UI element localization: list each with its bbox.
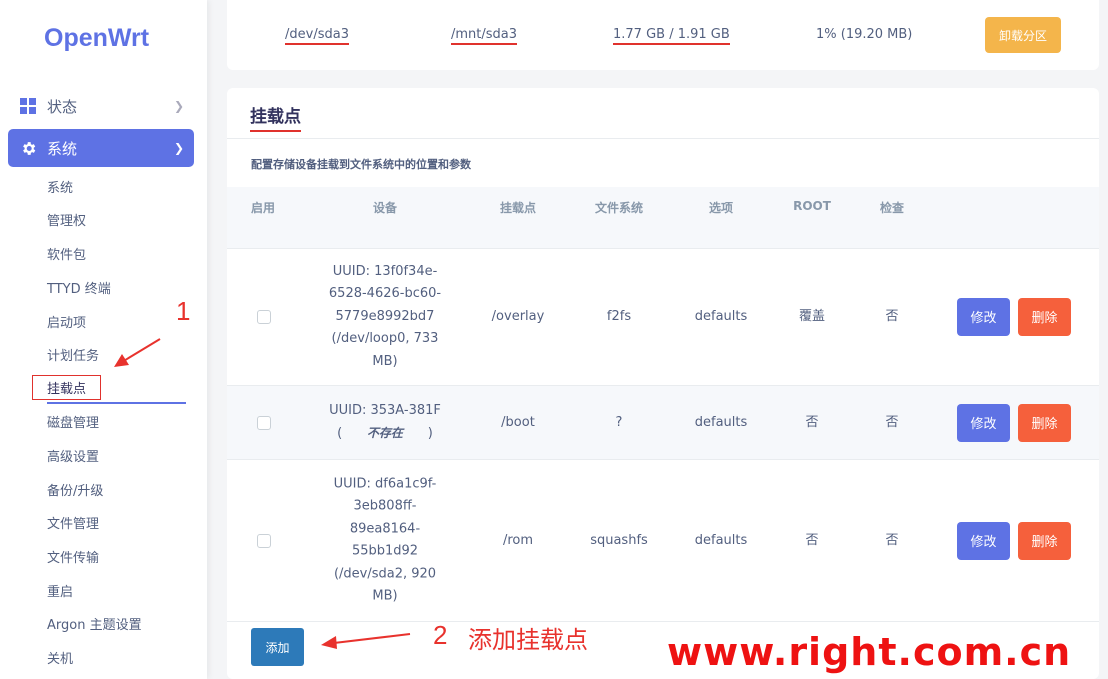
- filesystem-cell: ?: [615, 414, 623, 430]
- filesystem-cell: f2fs: [606, 308, 632, 324]
- table-row: UUID: 13f0f34e- 6528-4626-bc60- 5779e8992b…: [227, 248, 1099, 386]
- gear-icon: [19, 139, 37, 157]
- options-cell: defaults: [694, 308, 748, 324]
- edit-button[interactable]: 修改: [957, 521, 1010, 560]
- device-line: UUID: 13f0f34e-: [332, 263, 438, 279]
- delete-button[interactable]: 删除: [1018, 297, 1071, 336]
- check-cell: 否: [885, 308, 899, 324]
- device-line: (/dev/loop0, 733: [331, 330, 439, 346]
- delete-button[interactable]: 删除: [1018, 403, 1071, 442]
- mountpoint-cell: /overlay: [491, 308, 545, 324]
- delete-button[interactable]: 删除: [1018, 521, 1071, 560]
- device-line: 5779e8992bd7: [335, 308, 435, 324]
- options-cell: defaults: [694, 532, 748, 548]
- sidebar-subitem[interactable]: 挂载点: [32, 375, 102, 400]
- watermark: www.right.com.cn: [667, 630, 1072, 674]
- device-cell: UUID: df6a1c9f- 3eb808ff- 89ea8164- 55bb1d9…: [326, 473, 444, 608]
- header-device: 设备: [372, 201, 398, 215]
- partition-card: /dev/sda3 /mnt/sda3 1.77 GB / 1.91 GB 1%…: [227, 0, 1099, 70]
- sidebar-subitem[interactable]: 启动项: [47, 312, 86, 331]
- enable-checkbox[interactable]: [257, 415, 271, 430]
- device-cell: UUID: 13f0f34e- 6528-4626-bc60- 5779e8992b…: [326, 260, 444, 373]
- annotation-text: 添加挂载点: [468, 626, 588, 654]
- sidebar-subitem[interactable]: 文件传输: [47, 547, 99, 566]
- sidebar-subitem[interactable]: 文件管理: [47, 513, 99, 532]
- sidebar-subitem[interactable]: TTYD 终端: [47, 278, 111, 297]
- sidebar: OpenWrt 状态 ❯ 系统 ❯ 系统管理权软件包 TTYD 终端 启动项计划任务…: [0, 0, 207, 679]
- device-line: 6528-4626-bc60-: [328, 285, 442, 301]
- dashboard-icon: [19, 97, 37, 115]
- header-options: 选项: [708, 201, 734, 215]
- section-description: 配置存储设备挂载到文件系统中的位置和参数: [251, 158, 471, 171]
- check-cell: 否: [885, 414, 899, 430]
- sidebar-subitem[interactable]: 计划任务: [47, 345, 99, 364]
- partition-usage: 1% (19.20 MB): [816, 27, 913, 42]
- edit-button[interactable]: 修改: [957, 403, 1010, 442]
- edit-button[interactable]: 修改: [957, 297, 1010, 336]
- table-header: 启用 设备 挂载点 文件系统 选项 ROOT 检查: [227, 187, 1099, 249]
- device-line: UUID: 353A-381F: [329, 402, 441, 418]
- partition-mount-point: /mnt/sda3: [451, 27, 518, 45]
- annotation-arrow-icon: [321, 633, 411, 649]
- sidebar-item-label: 状态: [47, 97, 78, 116]
- check-cell: 否: [885, 532, 899, 548]
- chevron-right-icon: ❯: [173, 99, 184, 113]
- header-check: 检查: [879, 201, 905, 215]
- sidebar-subitem[interactable]: 备份/升级: [47, 480, 103, 499]
- sidebar-item-label: 系统: [47, 139, 78, 158]
- sidebar-subitem[interactable]: 关机: [47, 648, 73, 667]
- table-row: UUID: 353A-381F ( 不存在 ) /boot? defaults 否 否 修改…: [227, 386, 1099, 460]
- device-line: 55bb1d92: [351, 543, 419, 559]
- section-title: 挂载点: [250, 102, 301, 132]
- device-cell: UUID: 353A-381F ( 不存在 ): [326, 400, 444, 446]
- header-enabled: 启用: [250, 201, 276, 215]
- sidebar-subitem[interactable]: 高级设置: [47, 446, 99, 465]
- annotation-number-1: 1: [176, 296, 191, 326]
- mountpoint-cell: /boot: [501, 414, 535, 430]
- sidebar-subitem[interactable]: Argon 主题设置: [47, 614, 142, 633]
- header-filesystem: 文件系统: [594, 201, 644, 215]
- chevron-down-icon: ❯: [173, 141, 184, 155]
- root-cell: 否: [805, 532, 819, 548]
- header-root: ROOT: [793, 199, 831, 213]
- annotation-arrow-icon: [114, 338, 161, 367]
- unmount-button[interactable]: 卸载分区: [985, 17, 1061, 53]
- device-missing-label: 不存在: [366, 426, 403, 440]
- sidebar-item-system[interactable]: 系统 ❯: [8, 129, 194, 167]
- divider: [227, 138, 1099, 139]
- options-cell: defaults: [694, 414, 748, 430]
- annotation-number-2: 2: [433, 620, 448, 650]
- device-line: (/dev/sda2, 920: [333, 566, 437, 581]
- enable-checkbox[interactable]: [257, 309, 271, 324]
- header-mountpoint: 挂载点: [499, 201, 537, 215]
- root-cell: 否: [805, 414, 819, 430]
- filesystem-cell: squashfs: [590, 532, 648, 548]
- root-cell: 覆盖: [798, 308, 826, 324]
- enable-checkbox[interactable]: [257, 533, 271, 548]
- sidebar-subitem[interactable]: 软件包: [47, 244, 86, 263]
- device-line: 89ea8164-: [349, 521, 421, 536]
- add-button[interactable]: 添加: [251, 628, 304, 666]
- sidebar-subitem[interactable]: 重启: [47, 581, 73, 600]
- sidebar-item-status[interactable]: 状态 ❯: [8, 87, 194, 125]
- device-line: MB): [372, 588, 398, 604]
- mountpoint-cell: /rom: [502, 532, 534, 548]
- sidebar-subitem[interactable]: 系统: [47, 177, 73, 196]
- mount-points-card: 挂载点 配置存储设备挂载到文件系统中的位置和参数 启用 设备 挂载点 文件系统 …: [227, 88, 1099, 679]
- device-line: MB): [372, 353, 398, 369]
- active-underline: [47, 402, 186, 404]
- device-line: 3eb808ff-: [353, 498, 417, 514]
- device-line: UUID: df6a1c9f-: [333, 476, 437, 491]
- sidebar-subitem[interactable]: 管理权: [47, 210, 86, 229]
- sidebar-subitem[interactable]: 磁盘管理: [47, 412, 99, 431]
- brand-logo[interactable]: OpenWrt: [44, 24, 149, 53]
- device-note-line: ( 不存在 ): [337, 426, 433, 441]
- partition-device: /dev/sda3: [285, 27, 349, 45]
- partition-size: 1.77 GB / 1.91 GB: [613, 27, 730, 45]
- table-row: UUID: df6a1c9f- 3eb808ff- 89ea8164- 55bb1d9…: [227, 460, 1099, 622]
